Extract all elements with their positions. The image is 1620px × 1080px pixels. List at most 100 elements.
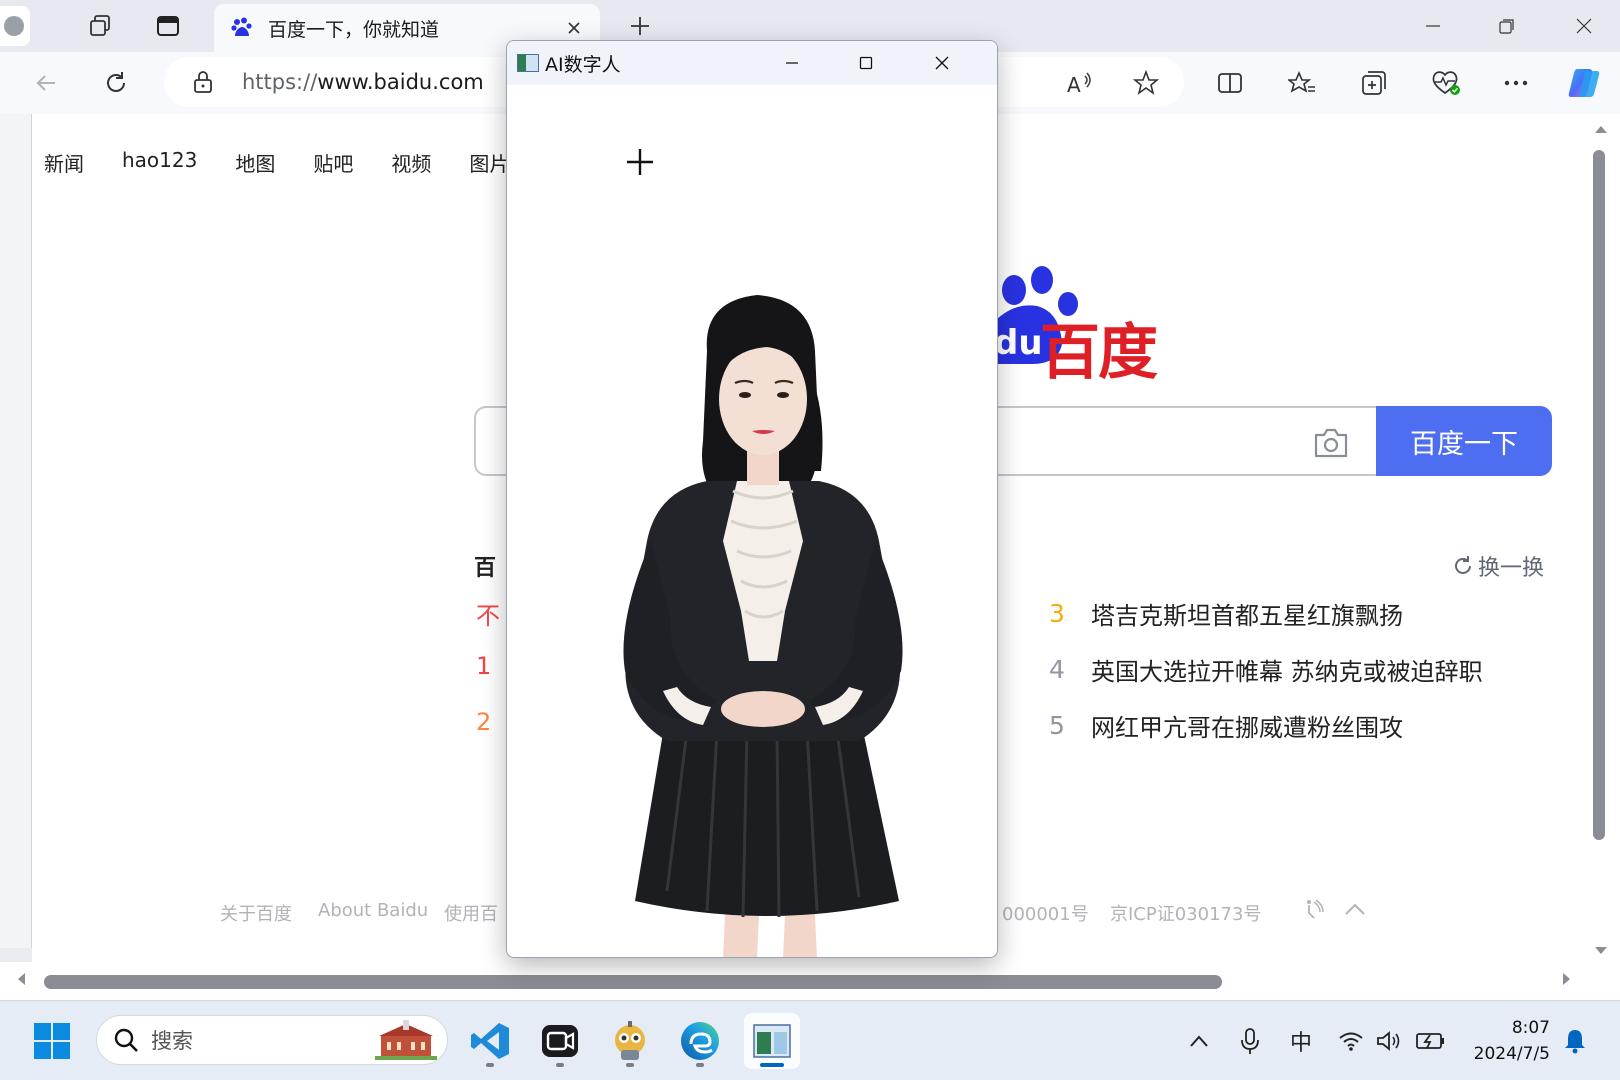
- nav-video[interactable]: 视频: [391, 148, 431, 177]
- camera-icon[interactable]: [1312, 426, 1350, 460]
- browser-minimize-button[interactable]: [1404, 6, 1462, 46]
- hot-item-text[interactable]: 英国大选拉开帷幕 苏纳克或被迫辞职: [1091, 652, 1483, 687]
- taskbar-edge[interactable]: [672, 1013, 728, 1069]
- ime-indicator[interactable]: 中: [1284, 1025, 1318, 1057]
- ai-maximize-button[interactable]: [841, 43, 891, 83]
- wifi-icon: [1339, 1032, 1363, 1051]
- scroll-down-icon[interactable]: [1594, 946, 1608, 956]
- nav-images[interactable]: 图片: [469, 148, 509, 177]
- vertical-tabs-icon: [157, 16, 179, 36]
- hot-item-text[interactable]: 网红甲亢哥在挪威遭粉丝围攻: [1091, 708, 1403, 743]
- url-text[interactable]: https://www.baidu.com: [242, 70, 484, 94]
- volume-button[interactable]: [1374, 1025, 1404, 1057]
- scroll-left-icon[interactable]: [16, 972, 26, 986]
- collections-button[interactable]: [1354, 63, 1394, 103]
- system-clock[interactable]: 8:07 2024/7/5: [1470, 1015, 1550, 1067]
- robot-mascot-icon: [615, 1021, 645, 1060]
- hot-item[interactable]: 5 网红甲亢哥在挪威遭粉丝围攻: [1049, 708, 1403, 743]
- top-nav: 新闻 hao123 地图 贴吧 视频 图片: [44, 148, 509, 177]
- lock-icon[interactable]: [192, 70, 214, 94]
- close-icon: [568, 22, 580, 34]
- minimize-icon: [1426, 25, 1440, 27]
- tab-actions-button[interactable]: [148, 6, 188, 46]
- windows-logo-icon: [34, 1023, 70, 1059]
- close-icon: [935, 56, 949, 70]
- hot-rank: 3: [1049, 599, 1065, 628]
- nav-news[interactable]: 新闻: [44, 148, 84, 177]
- baidu-logo-text: 百度: [1040, 318, 1158, 388]
- workspaces-button[interactable]: [80, 6, 120, 46]
- hot-item[interactable]: 4 英国大选拉开帷幕 苏纳克或被迫辞职: [1049, 652, 1483, 687]
- scroll-up-icon[interactable]: [1594, 124, 1608, 134]
- microphone-button[interactable]: [1236, 1025, 1264, 1057]
- copilot-button[interactable]: [1564, 63, 1604, 103]
- taskbar-search-label: 搜索: [151, 1029, 193, 1053]
- search-icon: [114, 1028, 138, 1052]
- taskbar-search-input[interactable]: 搜索: [96, 1015, 448, 1065]
- tab-close-button[interactable]: [560, 14, 588, 42]
- profile-icon: [4, 16, 24, 36]
- speaker-icon: [1377, 1031, 1400, 1051]
- start-button[interactable]: [24, 1013, 80, 1069]
- profile-button[interactable]: [0, 6, 30, 46]
- read-aloud-button[interactable]: A: [1060, 63, 1100, 103]
- search-button[interactable]: 百度一下: [1376, 406, 1552, 476]
- scroll-right-icon[interactable]: [1562, 972, 1572, 986]
- split-screen-button[interactable]: [1210, 63, 1250, 103]
- svg-text:A: A: [1067, 73, 1081, 96]
- taskbar-ai-digital-human[interactable]: [744, 1013, 800, 1069]
- hot-item-text[interactable]: 塔吉克斯坦首都五星红旗飘扬: [1091, 596, 1403, 631]
- footer-license[interactable]: 000001号: [1002, 900, 1089, 926]
- browser-restore-button[interactable]: [1478, 6, 1536, 46]
- footer-about-cn[interactable]: 关于百度: [220, 900, 292, 926]
- notifications-button[interactable]: [1560, 1025, 1590, 1057]
- workspaces-icon: [90, 15, 110, 36]
- footer-icp[interactable]: 京ICP证030173号: [1110, 900, 1261, 926]
- url-protocol: https://: [242, 70, 318, 94]
- taskbar-vscode[interactable]: [462, 1013, 518, 1069]
- running-indicator: [696, 1063, 704, 1067]
- svg-text:du: du: [994, 323, 1043, 363]
- digital-human-avatar: [623, 295, 903, 957]
- accessibility-icon[interactable]: [1300, 898, 1324, 922]
- close-icon: [1576, 18, 1592, 34]
- app-icon: [517, 54, 539, 72]
- taskbar-robot-app[interactable]: [602, 1013, 658, 1069]
- tab-title: 百度一下，你就知道: [268, 18, 440, 41]
- wifi-button[interactable]: [1336, 1025, 1366, 1057]
- nav-tieba[interactable]: 贴吧: [313, 148, 353, 177]
- hot-rank: 5: [1049, 711, 1065, 740]
- hot-left-marker-3: 2: [476, 708, 492, 736]
- split-screen-icon: [1218, 73, 1242, 93]
- horizontal-scroll-thumb[interactable]: [44, 975, 1222, 989]
- refresh-button[interactable]: [96, 63, 136, 103]
- favorite-star-button[interactable]: [1126, 63, 1166, 103]
- vertical-scroll-thumb[interactable]: [1593, 150, 1605, 840]
- taskbar-video-app[interactable]: [532, 1013, 588, 1069]
- browser-close-button[interactable]: [1555, 6, 1613, 46]
- footer-terms[interactable]: 使用百: [444, 900, 498, 926]
- ai-close-button[interactable]: [917, 43, 967, 83]
- favorites-button[interactable]: [1282, 63, 1322, 103]
- back-button[interactable]: [26, 63, 66, 103]
- ai-window-titlebar[interactable]: AI数字人: [507, 41, 997, 85]
- ai-app-window-icon: [753, 1024, 791, 1058]
- ai-digital-human-window[interactable]: AI数字人: [506, 40, 998, 958]
- running-indicator: [626, 1063, 634, 1067]
- collections-icon: [1362, 71, 1386, 95]
- ai-minimize-button[interactable]: [767, 43, 817, 83]
- battery-charging-icon: [1416, 1033, 1444, 1049]
- more-dots-icon: [1504, 80, 1528, 86]
- browser-essentials-button[interactable]: [1426, 63, 1466, 103]
- refresh-hot-button[interactable]: 换一换: [1452, 550, 1544, 582]
- nav-hao123[interactable]: hao123: [122, 148, 197, 177]
- chevron-up-icon[interactable]: [1344, 900, 1366, 920]
- more-menu-button[interactable]: [1496, 63, 1536, 103]
- battery-button[interactable]: [1414, 1025, 1448, 1057]
- footer-about-en[interactable]: About Baidu: [318, 900, 428, 921]
- hot-item[interactable]: 3 塔吉克斯坦首都五星红旗飘扬: [1049, 596, 1403, 631]
- tray-overflow-button[interactable]: [1184, 1025, 1214, 1057]
- nav-map[interactable]: 地图: [235, 148, 275, 177]
- url-host: www.baidu.com: [317, 70, 484, 94]
- active-indicator: [760, 1063, 784, 1067]
